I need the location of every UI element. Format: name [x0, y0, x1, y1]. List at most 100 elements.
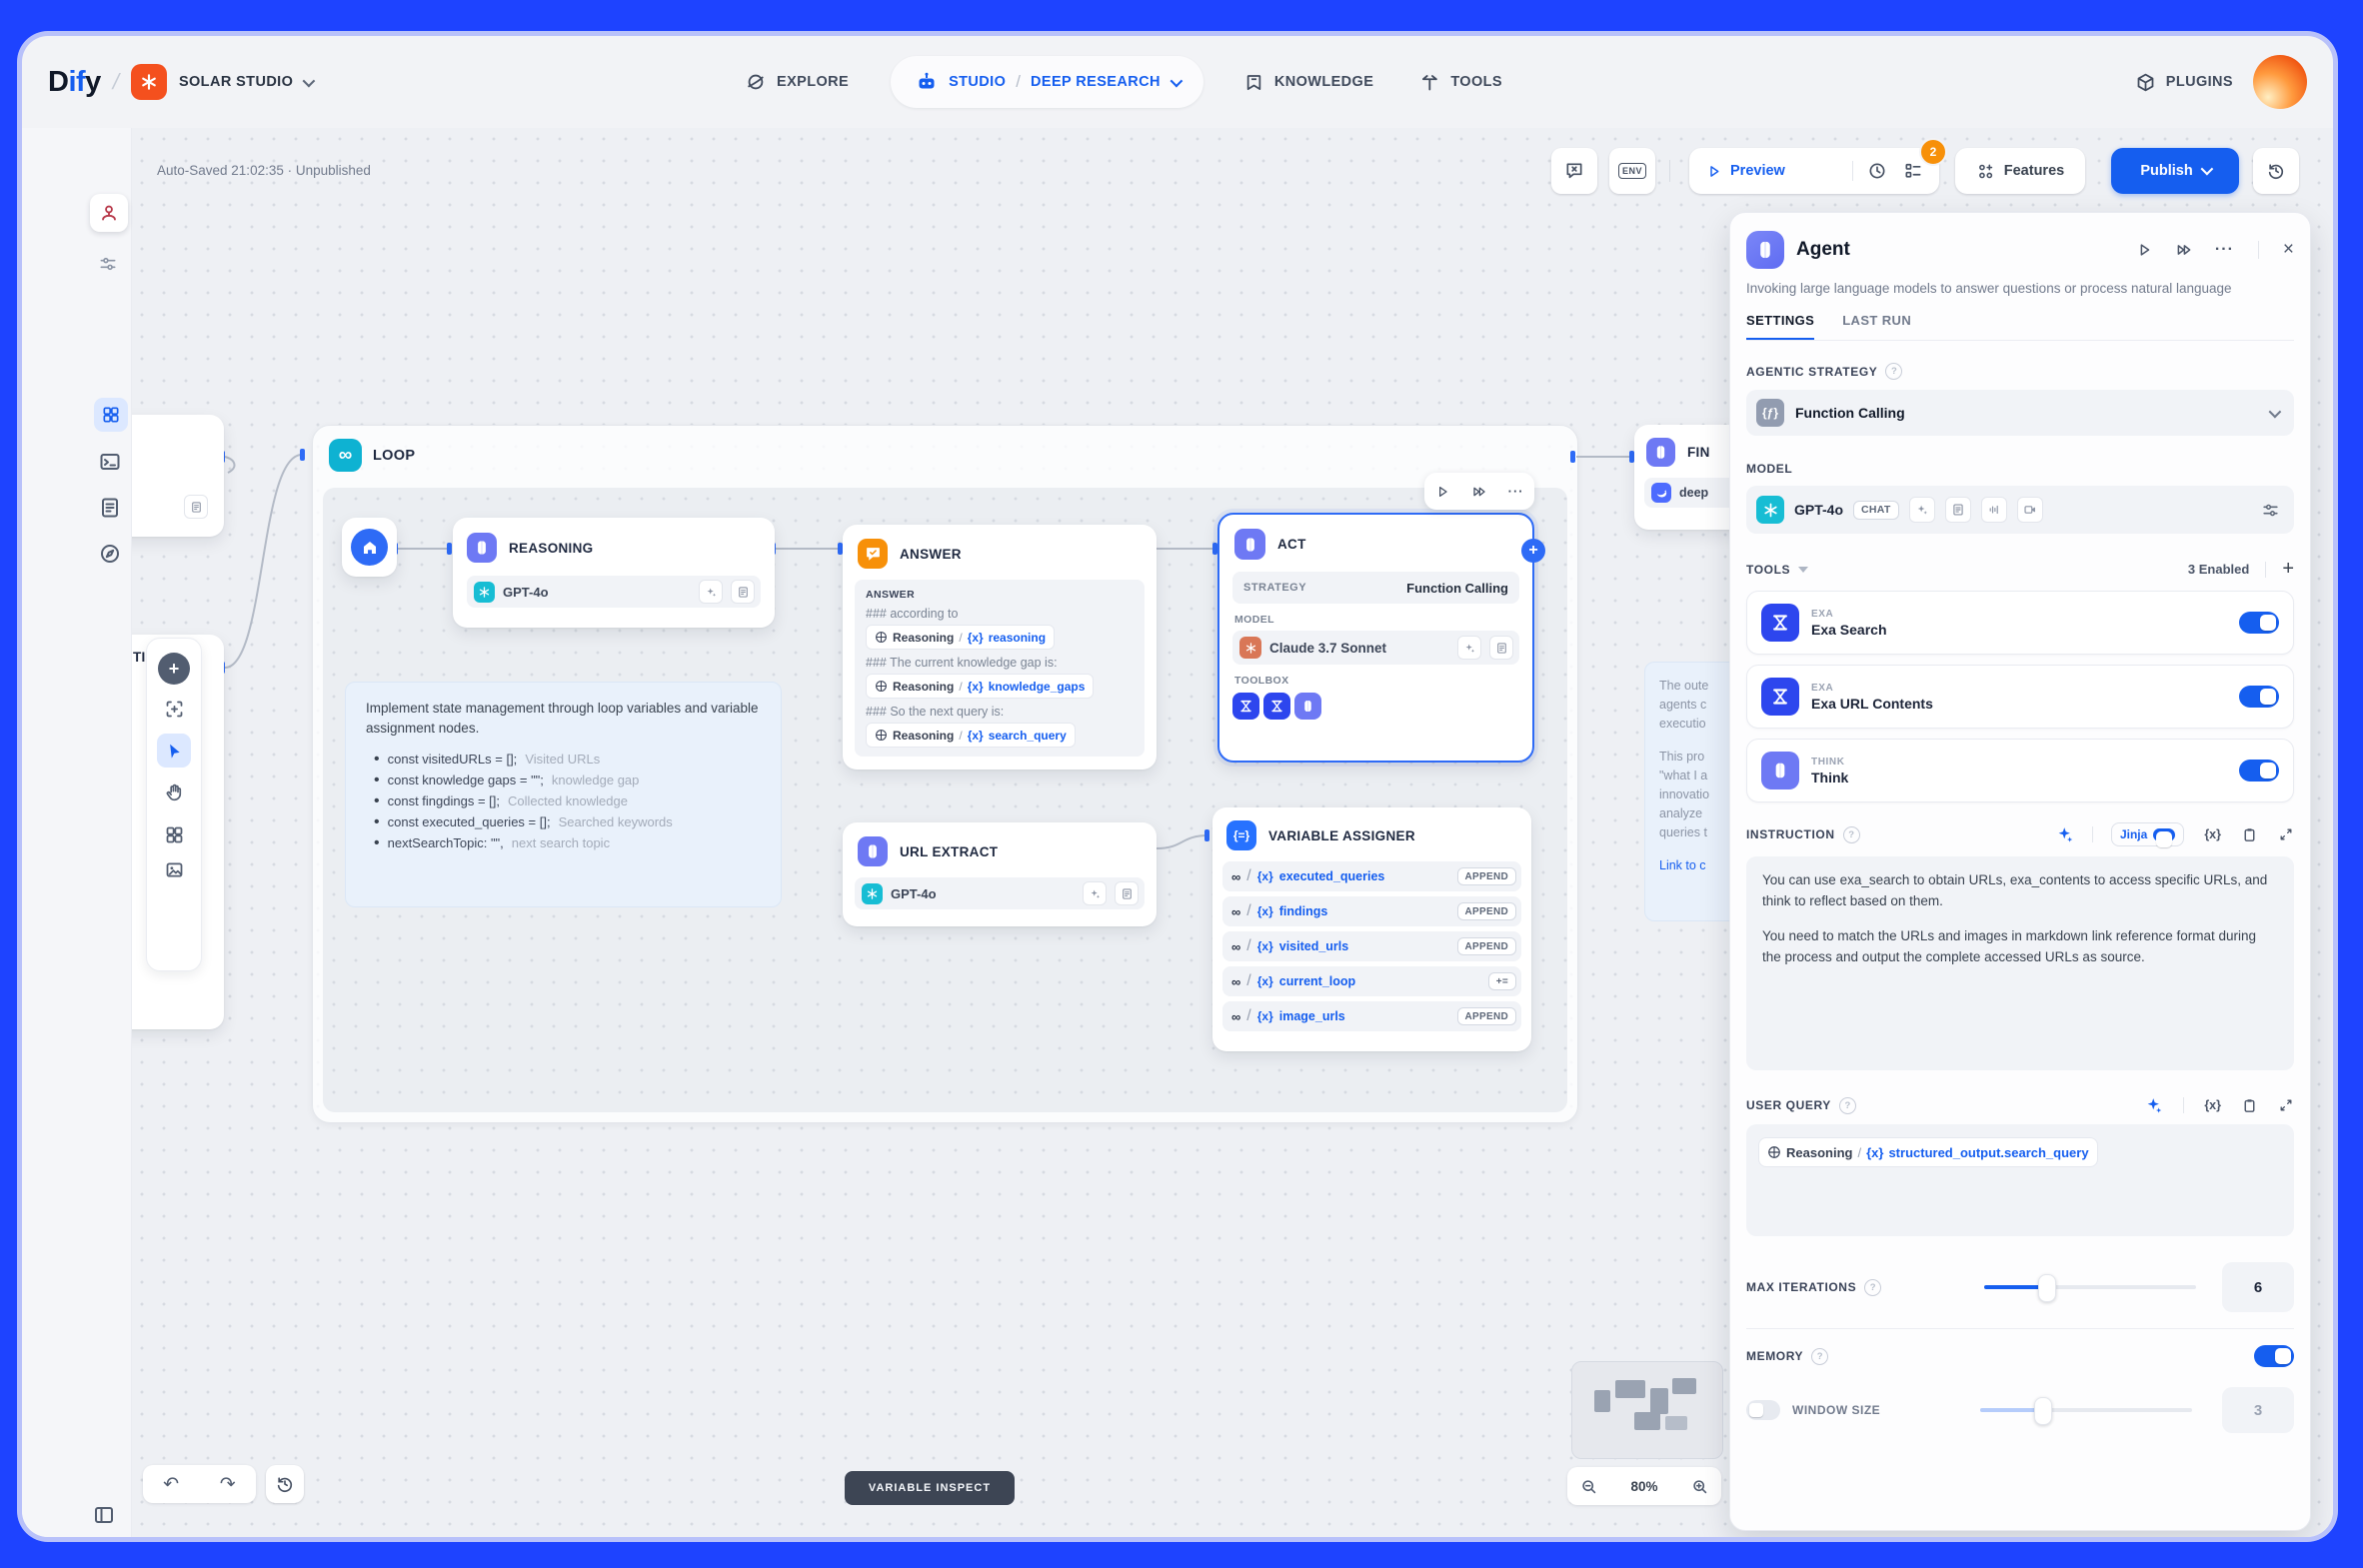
nav-knowledge[interactable]: KNOWLEDGE	[1243, 72, 1373, 93]
collapse-sidebar-icon[interactable]	[92, 1503, 116, 1527]
nav-deep-research[interactable]: DEEP RESEARCH	[1031, 74, 1161, 90]
insert-variable-icon[interactable]: {x}	[2204, 827, 2221, 841]
add-node-button[interactable]: +	[158, 653, 190, 685]
window-size-value[interactable]: 3	[2222, 1387, 2294, 1433]
assigner-row[interactable]: ∞/{x}findingsAPPEND	[1222, 896, 1521, 926]
partial-node-top-left[interactable]	[131, 415, 224, 537]
undo-redo-toolbar[interactable]: ↶ ↷	[143, 1465, 256, 1503]
add-note-icon[interactable]	[164, 699, 185, 720]
app-switcher-icon[interactable]	[98, 254, 118, 274]
variable-ref[interactable]: Reasoning/{x}structured_output.search_qu…	[1758, 1137, 2098, 1167]
help-icon[interactable]: ?	[1843, 826, 1860, 843]
help-icon[interactable]: ?	[1864, 1279, 1881, 1296]
instruction-editor[interactable]: You can use exa_search to obtain URLs, e…	[1746, 856, 2294, 1070]
run-history-icon[interactable]	[1867, 161, 1887, 181]
tool-item-exa-search[interactable]: EXA Exa Search	[1746, 591, 2294, 655]
redo-icon[interactable]: ↷	[220, 1473, 236, 1496]
node-run-toolbar[interactable]: ···	[1424, 473, 1534, 510]
tool-item-think[interactable]: THINK Think	[1746, 739, 2294, 802]
preview-button[interactable]: Preview	[1730, 163, 1852, 179]
nav-explore[interactable]: EXPLORE	[745, 71, 849, 93]
canvas-tool-palette[interactable]: +	[146, 638, 202, 971]
memory-toggle[interactable]	[2254, 1345, 2294, 1367]
tab-last-run[interactable]: LAST RUN	[1842, 313, 1911, 340]
tab-settings[interactable]: SETTINGS	[1746, 313, 1814, 340]
close-icon[interactable]: ×	[2283, 239, 2294, 261]
tool-toggle[interactable]	[2239, 686, 2279, 708]
tools-collapse-icon[interactable]	[1798, 567, 1808, 573]
url-extract-node[interactable]: URL EXTRACT GPT-4o	[843, 822, 1157, 926]
assigner-row[interactable]: ∞/{x}executed_queriesAPPEND	[1222, 861, 1521, 891]
nav-tools[interactable]: TOOLS	[1419, 72, 1502, 93]
nav-plugins[interactable]: PLUGINS	[2135, 72, 2233, 93]
workspace-selector[interactable]: SOLAR STUDIO	[179, 74, 312, 90]
dify-logo[interactable]: Dify	[48, 66, 101, 99]
port[interactable]	[447, 543, 452, 555]
checklist-icon[interactable]	[1903, 161, 1923, 181]
sidebar-item-canvas[interactable]	[94, 398, 128, 432]
run-from-here-icon[interactable]	[2175, 241, 2193, 259]
expand-icon[interactable]	[2278, 1097, 2294, 1113]
port[interactable]	[300, 449, 305, 461]
variable-ref[interactable]: Reasoning/{x}knowledge_gaps	[866, 674, 1094, 699]
max-iterations-value[interactable]: 6	[2222, 1262, 2294, 1312]
features-button[interactable]: Features	[1955, 148, 2085, 194]
sidebar-item-logs[interactable]	[98, 496, 122, 520]
window-size-slider[interactable]	[1980, 1408, 2192, 1412]
tool-toggle[interactable]	[2239, 612, 2279, 634]
model-select[interactable]: GPT-4o CHAT	[1746, 486, 2294, 534]
sidebar-item-monitor[interactable]	[98, 542, 122, 566]
max-iterations-slider[interactable]	[1984, 1285, 2196, 1289]
variable-ref[interactable]: Reasoning/{x}reasoning	[866, 625, 1055, 650]
start-node[interactable]	[342, 518, 397, 577]
run-node-icon[interactable]	[2135, 241, 2153, 259]
tool-item-exa-url-contents[interactable]: EXA Exa URL Contents	[1746, 665, 2294, 729]
zoom-level[interactable]: 80%	[1630, 1479, 1657, 1494]
undo-icon[interactable]: ↶	[163, 1473, 179, 1496]
note-node[interactable]: Implement state management through loop …	[345, 682, 782, 907]
export-image-icon[interactable]	[164, 859, 185, 880]
reasoning-node[interactable]: REASONING GPT-4o	[453, 518, 775, 628]
answer-node[interactable]: ANSWER ANSWER ### according to Reasoning…	[843, 525, 1157, 770]
zoom-out-icon[interactable]	[1579, 1477, 1598, 1496]
generate-icon[interactable]	[2145, 1096, 2163, 1114]
assigner-row[interactable]: ∞/{x}current_loop+=	[1222, 966, 1521, 996]
pointer-mode-button[interactable]	[157, 734, 191, 768]
assigner-row[interactable]: ∞/{x}image_urlsAPPEND	[1222, 1001, 1521, 1031]
zoom-in-icon[interactable]	[1690, 1477, 1709, 1496]
variable-ref[interactable]: Reasoning/{x}search_query	[866, 723, 1076, 748]
version-history-button[interactable]	[2253, 148, 2299, 194]
hand-mode-icon[interactable]	[164, 782, 185, 802]
jinja-toggle[interactable]: Jinja	[2111, 822, 2184, 846]
port[interactable]	[1204, 829, 1209, 841]
zoom-control[interactable]: 80%	[1567, 1467, 1721, 1505]
nav-studio[interactable]: STUDIO	[949, 74, 1006, 90]
help-icon[interactable]: ?	[1811, 1348, 1828, 1365]
copy-icon[interactable]	[2241, 1097, 2258, 1114]
window-size-toggle[interactable]	[1746, 1400, 1780, 1420]
minimap[interactable]	[1571, 1361, 1723, 1459]
tool-toggle[interactable]	[2239, 760, 2279, 782]
model-settings-icon[interactable]	[2261, 501, 2280, 520]
user-query-editor[interactable]: Reasoning/{x}structured_output.search_qu…	[1746, 1124, 2294, 1236]
annotation-button[interactable]	[1551, 148, 1597, 194]
variable-inspect-button[interactable]: VARIABLE INSPECT	[845, 1471, 1015, 1505]
add-next-node-button[interactable]: +	[1521, 539, 1545, 563]
help-icon[interactable]: ?	[1839, 1097, 1856, 1114]
add-tool-button[interactable]: +	[2282, 558, 2294, 581]
sidebar-item-terminal[interactable]	[98, 450, 122, 474]
app-icon[interactable]	[90, 194, 128, 232]
help-icon[interactable]: ?	[1885, 363, 1902, 380]
env-variables-button[interactable]: ENV	[1609, 148, 1655, 194]
generate-icon[interactable]	[2056, 825, 2074, 843]
preview-play-icon[interactable]	[1705, 163, 1722, 180]
assigner-row[interactable]: ∞/{x}visited_urlsAPPEND	[1222, 931, 1521, 961]
act-node[interactable]: ACT STRATEGY Function Calling MODEL Clau…	[1217, 513, 1534, 763]
variable-assigner-node[interactable]: {=} VARIABLE ASSIGNER ∞/{x}executed_quer…	[1212, 807, 1531, 1051]
port[interactable]	[1570, 451, 1575, 463]
expand-icon[interactable]	[2278, 826, 2294, 842]
avatar[interactable]	[2253, 55, 2307, 109]
copy-icon[interactable]	[2241, 826, 2258, 843]
agentic-strategy-select[interactable]: {ƒ} Function Calling	[1746, 390, 2294, 436]
insert-variable-icon[interactable]: {x}	[2204, 1098, 2221, 1112]
